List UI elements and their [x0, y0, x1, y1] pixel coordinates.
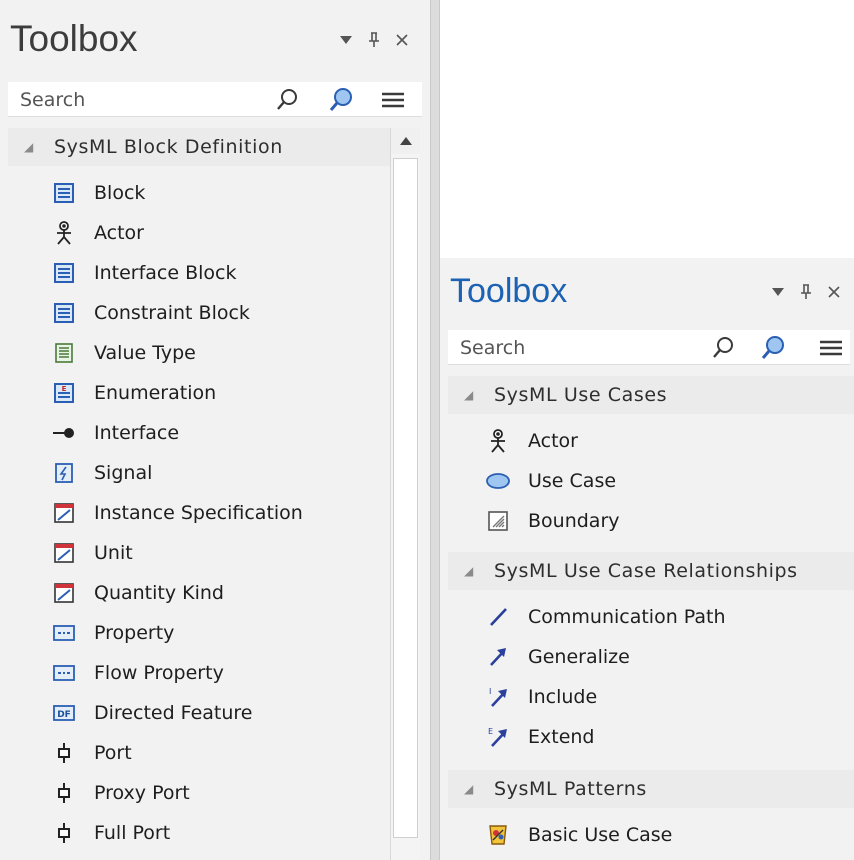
basic-use-case-icon	[486, 823, 510, 847]
toolbox-item-proxy-port[interactable]: Proxy Port	[52, 778, 190, 808]
toolbox-item-actor[interactable]: Actor	[486, 426, 578, 456]
advanced-search-icon[interactable]	[328, 87, 354, 113]
generalize-icon	[486, 645, 510, 669]
enumeration-icon: E	[52, 381, 76, 405]
toolbox-item-value-type[interactable]: Value Type	[52, 338, 196, 368]
constraint-block-icon	[52, 301, 76, 325]
search-bar	[8, 82, 422, 118]
directed-feature-icon: DF	[52, 701, 76, 725]
group-header[interactable]: ◢ SysML Patterns	[448, 770, 854, 808]
signal-icon	[52, 461, 76, 485]
search-bar	[448, 330, 850, 366]
dropdown-arrow-icon[interactable]	[332, 28, 360, 52]
interface-icon	[52, 421, 76, 445]
proxy-port-icon	[52, 781, 76, 805]
panel-title: Toolbox	[450, 272, 568, 310]
panel-title: Toolbox	[10, 18, 138, 59]
toolbox-item-quantity-kind[interactable]: Quantity Kind	[52, 578, 224, 608]
group-header[interactable]: ◢ SysML Use Cases	[448, 376, 854, 414]
include-icon: I	[486, 685, 510, 709]
toolbox-item-full-port[interactable]: Full Port	[52, 818, 170, 848]
advanced-search-icon[interactable]	[760, 335, 786, 361]
panel-splitter[interactable]	[430, 0, 440, 860]
interface-block-icon	[52, 261, 76, 285]
toolbox-item-actor[interactable]: Actor	[52, 218, 144, 248]
toolbox-item-use-case[interactable]: Use Case	[486, 466, 616, 496]
quantity-kind-icon	[52, 581, 76, 605]
toolbox-item-communication-path[interactable]: Communication Path	[486, 602, 726, 632]
dropdown-arrow-icon[interactable]	[764, 280, 792, 304]
toolbox-item-boundary[interactable]: Boundary	[486, 506, 620, 536]
scrollbar[interactable]	[390, 128, 420, 860]
search-input[interactable]	[448, 330, 702, 366]
close-icon[interactable]	[820, 280, 848, 304]
actor-icon	[52, 221, 76, 245]
toolbox-item-include[interactable]: I Include	[486, 682, 597, 712]
boundary-icon	[486, 509, 510, 533]
collapse-triangle-icon[interactable]: ◢	[464, 388, 480, 402]
svg-text:E: E	[488, 727, 493, 736]
property-icon	[52, 621, 76, 645]
communication-path-icon	[486, 605, 510, 629]
group-header[interactable]: ◢ SysML Use Case Relationships	[448, 552, 854, 590]
close-icon[interactable]	[388, 28, 416, 52]
scroll-up-arrow-icon[interactable]	[391, 128, 420, 154]
svg-text:DF: DF	[57, 710, 71, 720]
toolbox-item-basic-use-case[interactable]: Basic Use Case	[486, 820, 672, 850]
instance-specification-icon	[52, 501, 76, 525]
pin-icon[interactable]	[792, 280, 820, 304]
toolbox-item-generalize[interactable]: Generalize	[486, 642, 630, 672]
svg-text:I: I	[489, 687, 491, 696]
toolbox-item-property[interactable]: Property	[52, 618, 174, 648]
toolbox-item-interface[interactable]: Interface	[52, 418, 179, 448]
collapse-triangle-icon[interactable]: ◢	[464, 782, 480, 796]
actor-icon	[486, 429, 510, 453]
search-input[interactable]	[8, 82, 277, 118]
toolbox-item-extend[interactable]: E Extend	[486, 722, 595, 752]
full-port-icon	[52, 821, 76, 845]
toolbox-panel-right: Toolbox ◢ SysML Use Cases A	[440, 258, 854, 860]
use-case-icon	[486, 469, 510, 493]
pin-icon[interactable]	[360, 28, 388, 52]
toolbox-item-constraint-block[interactable]: Constraint Block	[52, 298, 250, 328]
extend-icon: E	[486, 725, 510, 749]
unit-icon	[52, 541, 76, 565]
toolbox-item-instance-specification[interactable]: Instance Specification	[52, 498, 303, 528]
toolbox-item-unit[interactable]: Unit	[52, 538, 133, 568]
group-label: SysML Block Definition	[54, 136, 283, 158]
toolbox-item-directed-feature[interactable]: DF Directed Feature	[52, 698, 252, 728]
window-buttons	[764, 280, 848, 304]
toolbox-item-port[interactable]: Port	[52, 738, 132, 768]
collapse-triangle-icon[interactable]: ◢	[24, 140, 40, 154]
window-buttons	[332, 28, 416, 52]
search-icon[interactable]	[710, 335, 736, 361]
collapse-triangle-icon[interactable]: ◢	[464, 564, 480, 578]
flow-property-icon	[52, 661, 76, 685]
menu-icon[interactable]	[380, 87, 406, 113]
toolbox-item-block[interactable]: Block	[52, 178, 145, 208]
toolbox-item-flow-property[interactable]: Flow Property	[52, 658, 224, 688]
toolbox-panel-left: Toolbox ◢ SysML Block Definition	[0, 0, 430, 860]
group-header[interactable]: ◢ SysML Block Definition	[8, 128, 390, 166]
toolbox-item-interface-block[interactable]: Interface Block	[52, 258, 237, 288]
port-icon	[52, 741, 76, 765]
value-type-icon	[52, 341, 76, 365]
toolbox-item-signal[interactable]: Signal	[52, 458, 152, 488]
toolbox-item-enumeration[interactable]: E Enumeration	[52, 378, 216, 408]
block-icon	[52, 181, 76, 205]
scrollbar-thumb[interactable]	[393, 158, 418, 838]
svg-text:E: E	[62, 385, 67, 393]
search-icon[interactable]	[274, 87, 300, 113]
menu-icon[interactable]	[818, 335, 844, 361]
